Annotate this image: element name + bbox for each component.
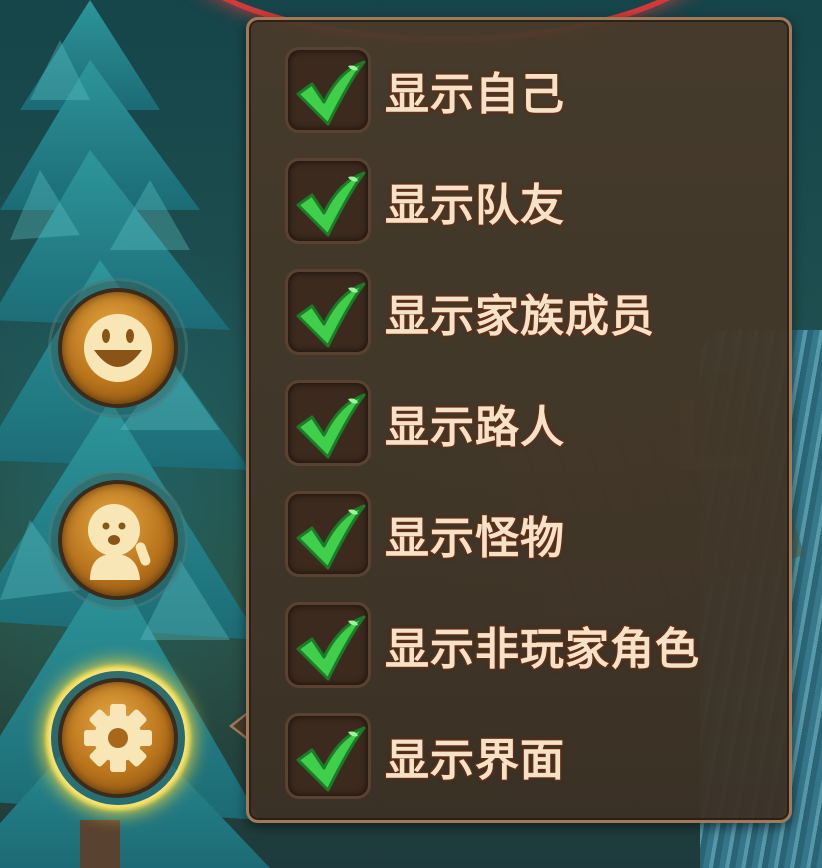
option-label: 显示自己 (385, 69, 565, 120)
menu-pointer-arrow (229, 712, 247, 740)
show-family-members-checkbox[interactable] (285, 269, 371, 355)
checkmark-icon (296, 393, 366, 459)
option-show-passersby[interactable]: 显示路人 (285, 378, 765, 468)
option-show-family-members[interactable]: 显示家族成员 (285, 267, 765, 357)
emoji-button-face (58, 288, 178, 408)
option-show-self[interactable]: 显示自己 (285, 45, 765, 135)
checkmark-icon (296, 726, 366, 792)
show-self-checkbox[interactable] (285, 47, 371, 133)
settings-button-face (58, 678, 178, 798)
option-label: 显示非玩家角色 (385, 624, 700, 675)
character-button[interactable] (48, 470, 188, 610)
display-options-menu: 显示自己 显示队友 显示家族成员 显示路人 显示怪物 显示非玩家角色 显示界面 (246, 17, 792, 823)
character-waving-icon (88, 504, 151, 580)
checkmark-icon (296, 282, 366, 348)
option-label: 显示家族成员 (385, 291, 655, 342)
character-button-face (58, 480, 178, 600)
emoji-button[interactable] (48, 278, 188, 418)
settings-button[interactable] (48, 668, 188, 808)
checkmark-icon (296, 60, 366, 126)
checkmark-icon (296, 615, 366, 681)
show-interface-checkbox[interactable] (285, 713, 371, 799)
show-passersby-checkbox[interactable] (285, 380, 371, 466)
checkmark-icon (296, 504, 366, 570)
option-label: 显示路人 (385, 402, 565, 453)
gear-icon (84, 704, 152, 772)
option-show-teammates[interactable]: 显示队友 (285, 156, 765, 246)
option-show-interface[interactable]: 显示界面 (285, 711, 765, 801)
smiley-face-icon (84, 314, 152, 382)
checkmark-icon (296, 171, 366, 237)
show-npcs-checkbox[interactable] (285, 602, 371, 688)
option-label: 显示界面 (385, 735, 565, 786)
option-label: 显示怪物 (385, 513, 565, 564)
show-teammates-checkbox[interactable] (285, 158, 371, 244)
show-monsters-checkbox[interactable] (285, 491, 371, 577)
option-show-npcs[interactable]: 显示非玩家角色 (285, 600, 765, 690)
option-show-monsters[interactable]: 显示怪物 (285, 489, 765, 579)
option-label: 显示队友 (385, 180, 565, 231)
